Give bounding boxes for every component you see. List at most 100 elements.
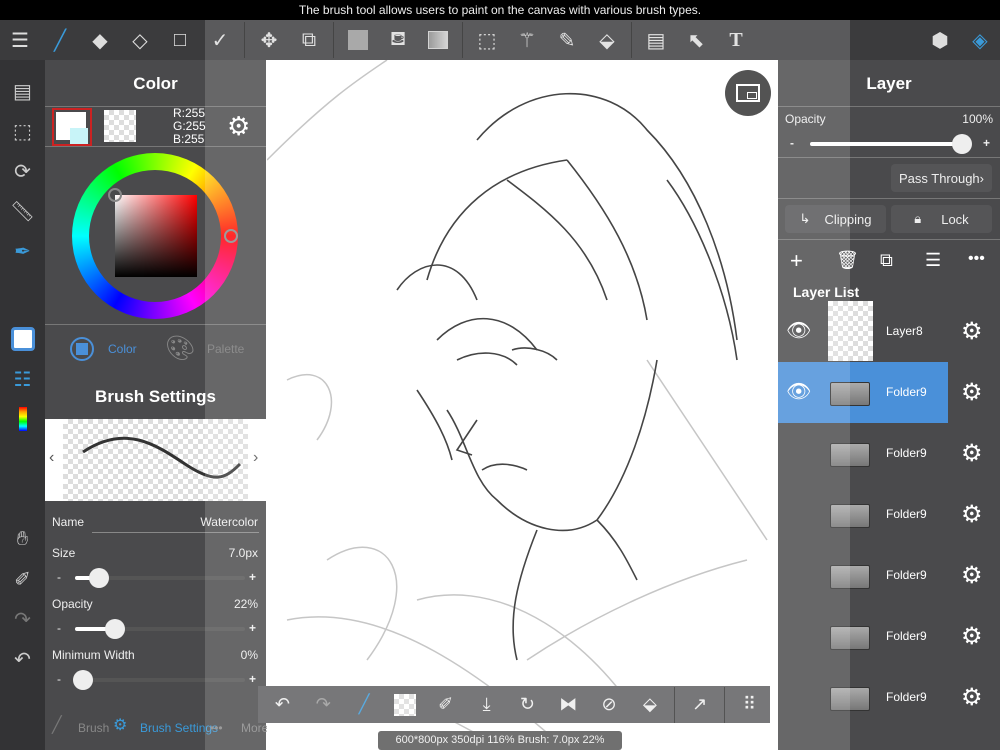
layer-opacity-plus[interactable]: + [983, 136, 990, 150]
opacity-plus-button[interactable]: + [249, 621, 256, 635]
redo-icon[interactable]: ↷ [303, 686, 344, 723]
select-eraser-icon[interactable]: ⬙ [587, 20, 627, 60]
vector-icon[interactable]: ✓ [200, 20, 240, 60]
rectangle-icon[interactable]: □ [160, 20, 200, 60]
eye-icon[interactable]: 👁︎ [786, 379, 811, 404]
select-move-icon[interactable]: ⬉ [676, 20, 716, 60]
tab-brush[interactable]: Brush [78, 721, 109, 735]
gear-icon[interactable]: ⚙ [961, 317, 983, 346]
tab-color[interactable]: Color [108, 342, 137, 356]
hand-icon[interactable]: ✋︎ [0, 524, 45, 554]
brush-icon[interactable]: ╱ [40, 20, 80, 60]
undo-icon[interactable]: ↶ [0, 644, 45, 674]
gradient-icon[interactable] [418, 20, 458, 60]
text-icon[interactable]: T [716, 20, 756, 60]
min-width-minus-button[interactable]: - [57, 672, 61, 686]
brush-name-field[interactable]: Watercolor [200, 515, 258, 529]
share-icon[interactable]: ↗ [679, 686, 720, 723]
color-tab-icon[interactable] [70, 337, 94, 361]
layer-row[interactable]: 👁︎ Layer8 ⚙ [778, 301, 1000, 362]
rotate-icon[interactable]: ⟳ [0, 156, 45, 186]
gear-icon[interactable]: ⚙ [227, 111, 250, 142]
brush-tab-icon[interactable]: ╱ [52, 715, 62, 735]
more-options-icon[interactable]: ••• [968, 250, 985, 268]
lock-button[interactable]: 🔒︎ Lock [891, 205, 992, 233]
next-brush-icon[interactable]: › [253, 449, 258, 467]
pages-icon[interactable]: ▤ [0, 76, 45, 106]
transparent-color-icon[interactable] [384, 686, 425, 723]
foreground-color-swatch[interactable] [52, 108, 92, 146]
layer-row[interactable]: Folder9 ⚙ [778, 606, 1000, 667]
brush-list-icon[interactable]: ☷ [0, 364, 45, 394]
tab-brush-settings[interactable]: Brush Settings [140, 721, 218, 735]
tab-palette[interactable]: Palette [207, 342, 244, 356]
layer-row[interactable]: Folder9 ⚙ [778, 667, 1000, 728]
color-panel-icon[interactable] [0, 324, 45, 354]
gear-icon[interactable]: ⚙ [961, 500, 983, 529]
fill-color-icon[interactable] [338, 20, 378, 60]
drawing-canvas[interactable] [267, 60, 778, 750]
color-picker-handle[interactable] [108, 188, 122, 202]
materials-icon[interactable]: ⬢ [920, 20, 960, 60]
gear-icon[interactable]: ⚙ [961, 622, 983, 651]
undo-icon[interactable]: ↶ [262, 686, 303, 723]
eyedropper-icon[interactable]: ✐ [0, 564, 45, 594]
selection-icon[interactable]: ⬚ [467, 20, 507, 60]
blend-mode-button[interactable]: Pass Through › [891, 164, 992, 192]
flip-horizontal-icon[interactable]: ⧓ [548, 686, 589, 723]
menu-icon[interactable]: ☰ [0, 20, 40, 60]
grid-handle-icon[interactable]: ⠿ [729, 686, 770, 723]
frame-divider-icon[interactable]: ▤ [636, 20, 676, 60]
gear-icon[interactable]: ⚙ [961, 439, 983, 468]
trash-icon[interactable]: 🗑︎ [836, 250, 859, 271]
gear-icon[interactable]: ⚙ [961, 378, 983, 407]
eraser-icon[interactable]: ◆ [80, 20, 120, 60]
clipping-button[interactable]: ↳ Clipping [785, 205, 886, 233]
layer-row[interactable]: Folder9 ⚙ [778, 423, 1000, 484]
size-slider[interactable] [75, 568, 245, 588]
saturation-value-square[interactable] [115, 195, 197, 277]
clear-layer-icon[interactable]: ⬙ [629, 686, 670, 723]
layer-list-icon[interactable]: ☰ [925, 250, 941, 271]
rotate-icon[interactable]: ↻ [507, 686, 548, 723]
magic-wand-icon[interactable]: ⚚ [507, 20, 547, 60]
layer-opacity-minus[interactable]: - [790, 136, 794, 150]
opacity-minus-button[interactable]: - [57, 621, 61, 635]
min-width-slider[interactable] [73, 670, 245, 690]
layer-opacity-slider[interactable] [810, 134, 972, 154]
palette-icon[interactable]: 🎨︎ [165, 334, 195, 363]
select-pen-icon[interactable]: ✎ [547, 20, 587, 60]
brush-eraser-toggle-icon[interactable]: ╱ [344, 686, 385, 723]
ruler-icon[interactable]: 📏︎ [0, 196, 45, 226]
brush-settings-tab-icon[interactable]: ⚙ [113, 715, 127, 735]
import-image-icon[interactable]: ⧉ [880, 250, 893, 271]
layer-row[interactable]: Folder9 ⚙ [778, 484, 1000, 545]
more-icon[interactable]: ••• [210, 721, 223, 735]
opacity-slider[interactable] [75, 619, 245, 639]
transparent-color-swatch[interactable] [104, 110, 136, 142]
blur-eraser-icon[interactable]: ◇ [120, 20, 160, 60]
size-minus-button[interactable]: - [57, 570, 61, 584]
prev-brush-icon[interactable]: ‹ [49, 449, 54, 467]
hue-handle[interactable] [224, 229, 238, 243]
reset-rotation-icon[interactable]: ⊘ [589, 686, 630, 723]
snap-pen-icon[interactable]: ✒ [0, 236, 45, 266]
gear-icon[interactable]: ⚙ [961, 683, 983, 712]
layer-row[interactable]: 👁︎ Folder9 ⚙ [778, 362, 1000, 423]
min-width-plus-button[interactable]: + [249, 672, 256, 686]
color-slider-icon[interactable] [0, 404, 45, 434]
add-layer-icon[interactable]: + [790, 248, 803, 274]
eye-icon[interactable]: 👁︎ [786, 318, 811, 343]
download-icon[interactable]: ⤓ [466, 686, 507, 723]
selection-list-icon[interactable]: ⬚ [0, 116, 45, 146]
size-plus-button[interactable]: + [249, 570, 256, 584]
layers-icon[interactable]: ◈ [960, 20, 1000, 60]
tab-more[interactable]: More [241, 721, 268, 735]
bucket-icon[interactable]: ⛾ [378, 20, 418, 60]
redo-icon[interactable]: ↷ [0, 604, 45, 634]
gear-icon[interactable]: ⚙ [961, 561, 983, 590]
transform-icon[interactable]: ⧉ [289, 20, 329, 60]
eyedropper-icon[interactable]: ✐ [425, 686, 466, 723]
move-icon[interactable]: ✥ [249, 20, 289, 60]
layer-row[interactable]: Folder9 ⚙ [778, 545, 1000, 606]
